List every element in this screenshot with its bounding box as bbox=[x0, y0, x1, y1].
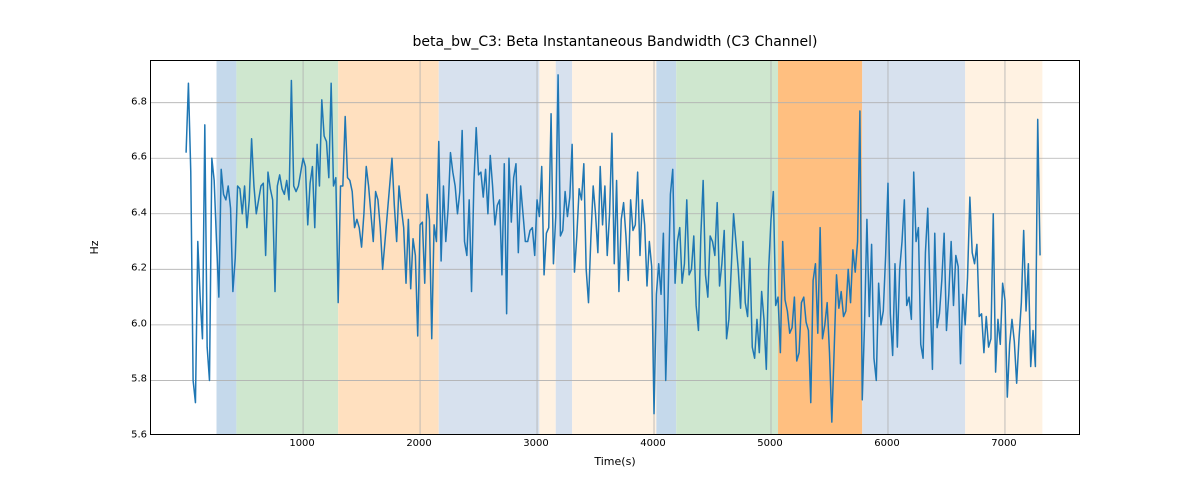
ytick-label: 6.2 bbox=[113, 263, 147, 274]
xtick-label: 5000 bbox=[740, 438, 800, 449]
ytick-label: 5.8 bbox=[113, 374, 147, 385]
figure: beta_bw_C3: Beta Instantaneous Bandwidth… bbox=[0, 0, 1200, 500]
plot-svg bbox=[151, 61, 1080, 435]
chart-title: beta_bw_C3: Beta Instantaneous Bandwidth… bbox=[150, 34, 1080, 50]
xtick-label: 2000 bbox=[389, 438, 449, 449]
region bbox=[676, 61, 778, 435]
plot-area bbox=[150, 60, 1080, 435]
y-axis-label: Hz bbox=[88, 60, 102, 435]
region bbox=[439, 61, 540, 435]
xtick-label: 1000 bbox=[272, 438, 332, 449]
xtick-label: 6000 bbox=[857, 438, 917, 449]
xtick-label: 4000 bbox=[623, 438, 683, 449]
xtick-label: 3000 bbox=[506, 438, 566, 449]
ytick-label: 6.6 bbox=[113, 152, 147, 163]
ytick-label: 5.6 bbox=[113, 430, 147, 441]
x-axis-label: Time(s) bbox=[150, 455, 1080, 468]
ytick-label: 6.4 bbox=[113, 207, 147, 218]
ytick-label: 6.8 bbox=[113, 96, 147, 107]
xtick-label: 7000 bbox=[974, 438, 1034, 449]
ytick-label: 6.0 bbox=[113, 318, 147, 329]
region bbox=[862, 61, 965, 435]
